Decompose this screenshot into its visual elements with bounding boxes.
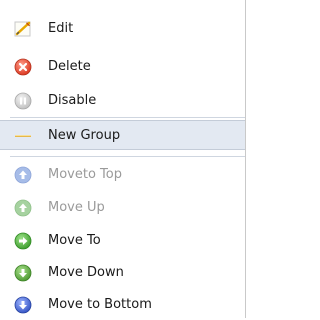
menu-item-new-group[interactable]: New Group	[0, 120, 245, 150]
context-menu: Edit Delete Disable New Group Moveto Top…	[0, 0, 246, 318]
menu-item-label: Disable	[48, 93, 97, 108]
menu-item-disable[interactable]: Disable	[0, 86, 245, 116]
menu-item-label: Edit	[48, 21, 74, 36]
edit-icon	[14, 20, 32, 38]
move-down-icon	[14, 264, 32, 282]
menu-item-label: Move To	[48, 233, 101, 248]
menu-item-label: Delete	[48, 59, 91, 74]
move-to-icon	[14, 232, 32, 250]
pause-icon	[14, 92, 32, 110]
move-up-icon	[14, 199, 32, 217]
move-top-icon	[14, 166, 32, 184]
menu-item-move-to[interactable]: Move To	[0, 226, 245, 256]
menu-item-move-to-bottom[interactable]: Move to Bottom	[0, 290, 245, 320]
menu-item-label: Move Down	[48, 265, 124, 280]
menu-item-move-up: Move Up	[0, 193, 245, 223]
delete-icon	[14, 58, 32, 76]
menu-separator	[10, 117, 245, 118]
menu-separator	[10, 156, 245, 157]
menu-item-label: New Group	[48, 128, 121, 143]
menu-item-move-down[interactable]: Move Down	[0, 258, 245, 288]
menu-item-label: Moveto Top	[48, 167, 122, 182]
menu-item-label: Move Up	[48, 200, 105, 215]
menu-item-move-to-top: Moveto Top	[0, 160, 245, 190]
move-bottom-icon	[14, 296, 32, 314]
new-group-icon	[14, 127, 32, 145]
menu-item-label: Move to Bottom	[48, 297, 152, 312]
menu-item-delete[interactable]: Delete	[0, 52, 245, 82]
menu-item-edit[interactable]: Edit	[0, 14, 245, 44]
